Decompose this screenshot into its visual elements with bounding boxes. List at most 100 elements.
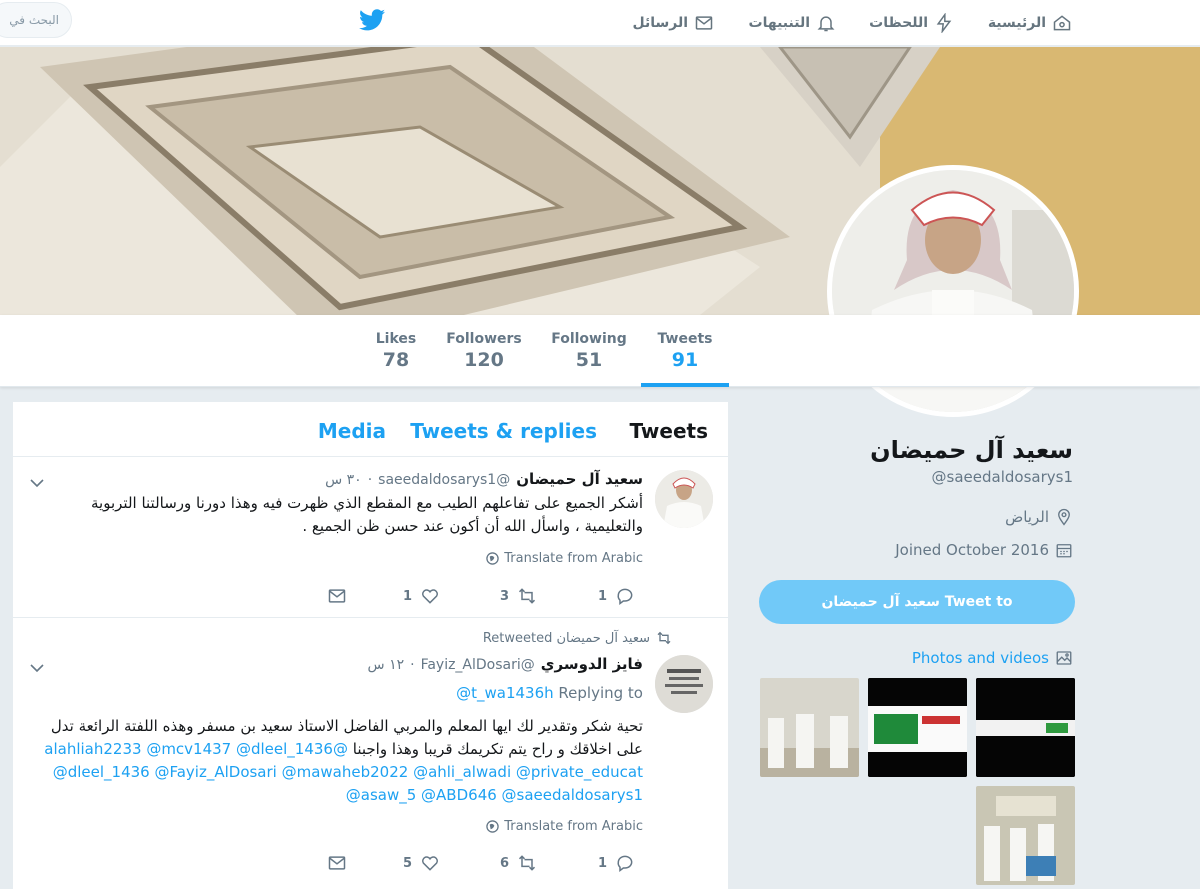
reply-count: 1 xyxy=(598,588,608,604)
retweet-icon xyxy=(657,631,671,645)
media-thumb-image xyxy=(976,678,1075,777)
translate-label: Translate from Arabic xyxy=(504,819,643,834)
home-icon xyxy=(1053,15,1071,31)
nav-messages-label: الرسائل xyxy=(632,15,688,31)
nav-moments-label: اللحظات xyxy=(869,15,928,31)
tweet-author-handle[interactable]: @Fayiz_AlDosari xyxy=(421,657,535,673)
tweet-to-button[interactable]: Tweet to سعيد آل حميضان xyxy=(759,580,1075,624)
nav-moments[interactable]: اللحظات xyxy=(869,9,954,37)
location-pin-icon xyxy=(1058,508,1070,526)
retweet-count: 3 xyxy=(500,588,510,604)
stat-likes[interactable]: Likes 78 xyxy=(366,331,426,371)
profile-location: الرياض xyxy=(1005,508,1073,526)
nav-notifications[interactable]: التنبيهات xyxy=(749,9,836,37)
tab-media[interactable]: Media xyxy=(318,419,386,443)
media-thumb-image xyxy=(868,678,967,777)
reply-count: 1 xyxy=(598,855,608,871)
globe-icon xyxy=(486,820,499,833)
nav-messages[interactable]: الرسائل xyxy=(632,9,714,37)
profile-location-text: الرياض xyxy=(1005,508,1049,526)
top-navigation: الرئيسية اللحظات التنبيهات الرسائل البحث… xyxy=(0,0,1200,46)
media-thumb-image xyxy=(976,786,1075,885)
media-thumb[interactable] xyxy=(868,678,967,777)
stat-tweets-label: Tweets xyxy=(657,331,713,347)
profile-handle[interactable]: @saeedaldosarys1 xyxy=(932,468,1073,486)
envelope-icon xyxy=(328,856,346,870)
profile-name: سعيد آل حميضان xyxy=(870,436,1073,464)
media-thumb-image xyxy=(760,678,859,777)
retweet-action[interactable]: 3 xyxy=(500,586,537,606)
tab-tweets-replies[interactable]: Tweets & replies xyxy=(410,419,597,443)
dm-action[interactable] xyxy=(327,853,347,873)
stat-followers[interactable]: Followers 120 xyxy=(444,331,524,371)
twitter-bird-icon[interactable] xyxy=(359,9,385,31)
retweet-count: 6 xyxy=(500,855,510,871)
stat-likes-label: Likes xyxy=(375,331,417,347)
tweet-text: أشكر الجميع على تفاعلهم الطيب مع المقطع … xyxy=(91,494,643,535)
photos-videos-label: Photos and videos xyxy=(911,649,1049,667)
bell-icon xyxy=(817,16,835,32)
timeline-tabs: Tweets Tweets & replies Media xyxy=(13,402,728,457)
profile-joined-text: Joined October 2016 xyxy=(895,541,1049,559)
envelope-icon xyxy=(328,589,346,603)
replying-to-label: Replying to xyxy=(558,684,643,702)
stat-tweets[interactable]: Tweets 91 xyxy=(646,331,724,371)
dm-action[interactable] xyxy=(327,586,347,606)
retweet-context: سعيد آل حميضان Retweeted xyxy=(483,630,672,646)
replying-to-handle[interactable]: @t_wa1436h xyxy=(456,684,554,702)
like-count: 5 xyxy=(403,855,413,871)
avatar-image xyxy=(655,655,713,713)
reply-action[interactable]: 1 xyxy=(598,853,635,873)
tab-tweets[interactable]: Tweets xyxy=(629,419,708,443)
reply-icon xyxy=(617,588,633,605)
retweet-icon xyxy=(519,855,536,871)
image-icon xyxy=(1056,651,1072,665)
nav-home-label: الرئيسية xyxy=(987,15,1046,31)
envelope-icon xyxy=(695,16,713,30)
stat-likes-value: 78 xyxy=(382,349,410,371)
tweet[interactable]: سعيد آل حميضان @saeedaldosarys1 · ٣٠ س أ… xyxy=(13,458,728,618)
translate-label: Translate from Arabic xyxy=(504,551,643,566)
profile-stats-bar: Tweets 91 Following 51 Followers 120 Lik… xyxy=(0,315,1200,387)
tweet-author-handle[interactable]: @saeedaldosarys1 xyxy=(378,472,510,488)
reply-icon xyxy=(617,855,633,872)
chevron-down-icon[interactable] xyxy=(30,663,44,673)
tweet[interactable]: سعيد آل حميضان Retweeted فايز الدوسري @F… xyxy=(13,619,728,889)
like-count: 1 xyxy=(403,588,413,604)
reply-action[interactable]: 1 xyxy=(598,586,635,606)
like-action[interactable]: 1 xyxy=(403,586,440,606)
translate-link[interactable]: Translate from Arabic xyxy=(486,819,643,834)
stat-followers-label: Followers xyxy=(446,331,522,347)
media-thumb[interactable] xyxy=(976,678,1075,777)
heart-icon xyxy=(422,589,439,604)
timeline: Tweets Tweets & replies Media سعيد آل حم… xyxy=(13,402,728,889)
stat-tweets-value: 91 xyxy=(671,349,699,371)
stat-following-value: 51 xyxy=(575,349,603,371)
search-input[interactable]: البحث في xyxy=(0,2,72,38)
tweet-avatar[interactable] xyxy=(655,655,713,713)
globe-icon xyxy=(486,552,499,565)
tweet-author-name[interactable]: فايز الدوسري xyxy=(541,655,643,673)
media-thumb[interactable] xyxy=(976,786,1075,885)
nav-home[interactable]: الرئيسية xyxy=(988,9,1072,37)
tweet-time[interactable]: ٣٠ س xyxy=(325,472,362,488)
stat-following-label: Following xyxy=(551,331,627,347)
active-stat-indicator xyxy=(641,383,729,387)
replying-to: @t_wa1436h Replying to xyxy=(456,684,643,702)
heart-icon xyxy=(422,856,439,871)
translate-link[interactable]: Translate from Arabic xyxy=(486,551,643,566)
like-action[interactable]: 5 xyxy=(403,853,440,873)
tweet-author-name[interactable]: سعيد آل حميضان xyxy=(516,470,643,488)
tweet-avatar[interactable] xyxy=(655,470,713,528)
chevron-down-icon[interactable] xyxy=(30,478,44,488)
tweet-header: سعيد آل حميضان @saeedaldosarys1 · ٣٠ س xyxy=(325,470,643,488)
photos-videos-link[interactable]: Photos and videos xyxy=(912,649,1073,667)
media-thumb[interactable] xyxy=(760,678,859,777)
retweet-action[interactable]: 6 xyxy=(500,853,537,873)
tweet-header: فايز الدوسري @Fayiz_AlDosari · ١٢ س xyxy=(368,655,643,673)
tweet-time[interactable]: ١٢ س xyxy=(368,657,405,673)
calendar-icon xyxy=(1056,544,1072,558)
retweet-context-text[interactable]: سعيد آل حميضان Retweeted xyxy=(483,631,650,646)
stat-following[interactable]: Following 51 xyxy=(548,331,630,371)
retweet-icon xyxy=(519,588,536,604)
